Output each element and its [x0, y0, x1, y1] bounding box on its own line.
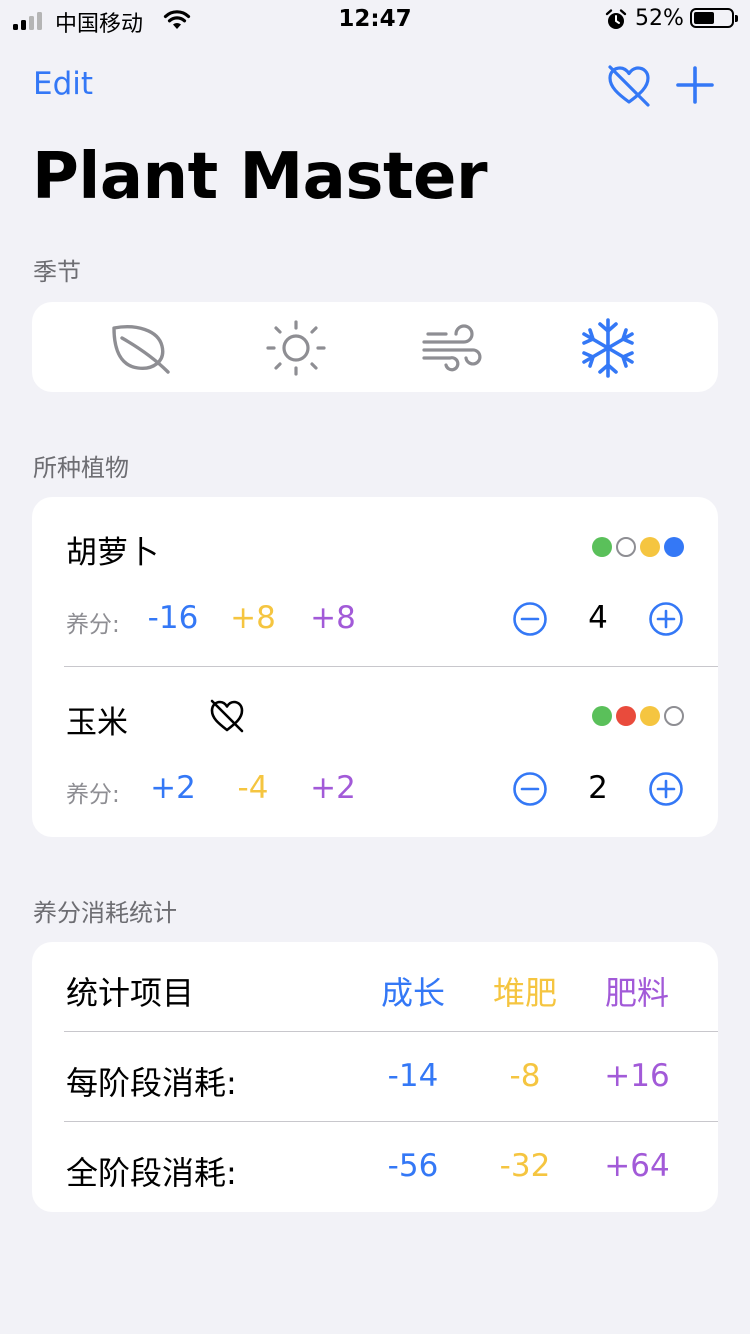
season-dot-spring — [592, 537, 612, 557]
plant-name: 胡萝卜 — [66, 535, 159, 571]
column-header-growth: 成长 — [380, 974, 445, 1012]
season-dot-autumn — [640, 706, 660, 726]
row-label: 每阶段消耗: — [66, 1064, 237, 1102]
column-header-fertilizer: 肥料 — [604, 974, 669, 1012]
wind-icon[interactable] — [420, 320, 484, 376]
season-section-label: 季节 — [33, 258, 81, 286]
stat-compost: -8 — [509, 1058, 541, 1094]
stats-section-label: 养分消耗统计 — [33, 899, 177, 927]
alarm-icon — [605, 9, 627, 29]
decrement-button[interactable] — [512, 601, 548, 637]
stat-compost: -32 — [499, 1148, 551, 1184]
season-indicator-dots — [592, 537, 684, 557]
column-header-item: 统计项目 — [66, 974, 195, 1012]
nutrient-fertilizer: +8 — [310, 600, 356, 636]
season-dot-summer — [616, 537, 636, 557]
stat-fertilizer: +16 — [604, 1058, 670, 1094]
plant-name: 玉米 — [66, 705, 128, 741]
season-indicator-dots — [592, 706, 684, 726]
battery-icon — [690, 8, 738, 28]
stat-growth: -56 — [387, 1148, 439, 1184]
divider — [64, 1031, 718, 1032]
sun-icon[interactable] — [264, 320, 328, 376]
stat-fertilizer: +64 — [604, 1148, 670, 1184]
snowflake-icon[interactable] — [576, 316, 640, 380]
page-title: Plant Master — [32, 140, 488, 214]
leaf-icon[interactable] — [108, 320, 172, 376]
season-dot-autumn — [640, 537, 660, 557]
season-picker — [32, 302, 718, 392]
edit-button[interactable]: Edit — [33, 66, 93, 102]
plants-section-label: 所种植物 — [33, 454, 129, 482]
divider — [64, 666, 718, 667]
nutrient-compost: +8 — [230, 600, 276, 636]
nutrient-growth: -16 — [147, 600, 199, 636]
decrement-button[interactable] — [512, 771, 548, 807]
plant-count: 2 — [588, 770, 608, 806]
increment-button[interactable] — [648, 601, 684, 637]
heart-slash-icon[interactable] — [606, 62, 652, 108]
nutrient-compost: -4 — [237, 770, 269, 806]
plant-count: 4 — [588, 600, 608, 636]
heart-slash-icon — [210, 699, 244, 733]
nutrient-fertilizer: +2 — [310, 770, 356, 806]
stat-growth: -14 — [387, 1058, 439, 1094]
row-label: 全阶段消耗: — [66, 1154, 237, 1192]
nutrient-label: 养分: — [66, 612, 120, 638]
season-dot-spring — [592, 706, 612, 726]
divider — [64, 1121, 718, 1122]
stats-table: 统计项目 成长 堆肥 肥料 每阶段消耗: -14 -8 +16 全阶段消耗: -… — [32, 942, 718, 1212]
add-button[interactable] — [676, 66, 714, 104]
column-header-compost: 堆肥 — [492, 974, 557, 1012]
plants-list: 胡萝卜 养分: -16 +8 +8 4 玉米 养分: +2 -4 +2 2 — [32, 497, 718, 837]
nutrient-growth: +2 — [150, 770, 196, 806]
battery-percent: 52% — [635, 6, 684, 31]
season-dot-winter — [664, 706, 684, 726]
season-dot-summer — [616, 706, 636, 726]
nutrient-label: 养分: — [66, 782, 120, 808]
status-bar: 中国移动 12:47 52% — [0, 0, 750, 40]
season-dot-winter — [664, 537, 684, 557]
increment-button[interactable] — [648, 771, 684, 807]
